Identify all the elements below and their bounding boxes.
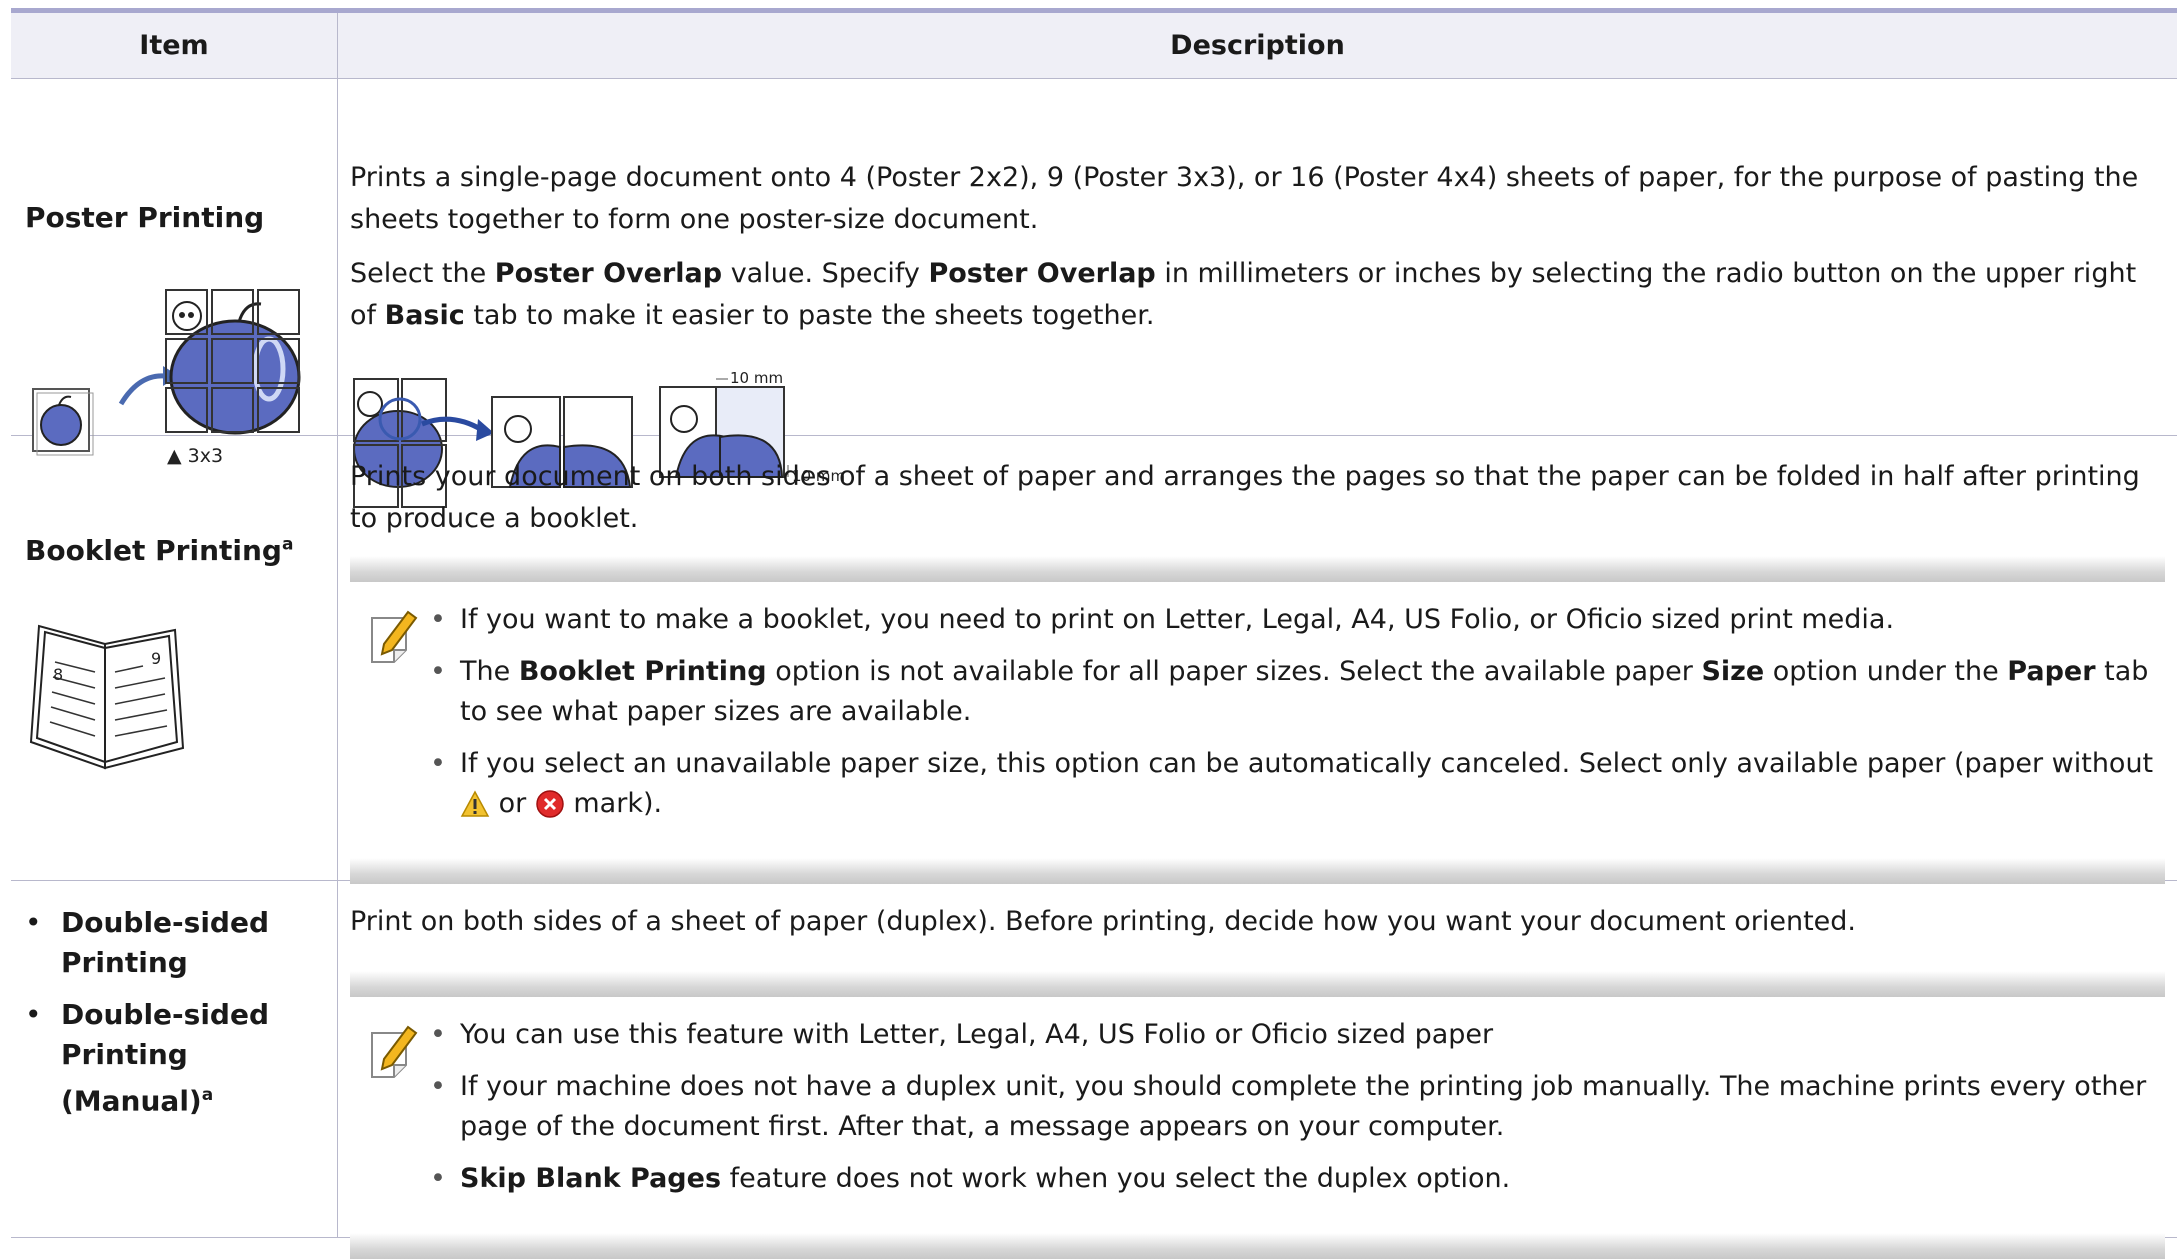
description-cell: Prints a single-page document onto 4 (Po… <box>338 79 2177 436</box>
table-row: Poster Printing <box>11 79 2177 436</box>
warning-icon <box>460 790 490 818</box>
booklet-description: Prints your document on both sides of a … <box>350 456 2165 540</box>
note-item: If you want to make a booklet, you need … <box>460 600 2165 640</box>
item-title: Double-sided Printing (Manual)a <box>11 995 337 1121</box>
header-description: Description <box>338 11 2177 79</box>
note-bottom-bar <box>350 1233 2165 1259</box>
table-header: Item Description <box>11 11 2177 79</box>
overlap-horizontal-label: 10 mm <box>730 369 783 387</box>
error-icon <box>535 789 565 819</box>
item-cell: Booklet Printinga 8 9 <box>11 436 338 881</box>
poster-description: Prints a single-page document onto 4 (Po… <box>350 157 2165 241</box>
header-item: Item <box>11 11 338 79</box>
item-list: Double-sided Printing Double-sided Print… <box>11 903 337 1121</box>
item-cell: Double-sided Printing Double-sided Print… <box>11 881 338 1238</box>
booklet-note: If you want to make a booklet, you need … <box>350 556 2165 884</box>
duplex-description: Print on both sides of a sheet of paper … <box>350 901 2165 943</box>
note-item: If you select an unavailable paper size,… <box>460 744 2165 824</box>
note-top-bar <box>350 971 2165 997</box>
note-pencil-icon <box>368 608 420 666</box>
note-item: The Booklet Printing option is not avail… <box>460 652 2165 732</box>
feature-table: Item Description Poster Printing <box>11 8 2177 1238</box>
table-row: Double-sided Printing Double-sided Print… <box>11 881 2177 1238</box>
note-top-bar <box>350 556 2165 582</box>
duplex-note: You can use this feature with Letter, Le… <box>350 971 2165 1259</box>
svg-text:9: 9 <box>151 649 161 668</box>
note-item: Skip Blank Pages feature does not work w… <box>460 1159 2165 1199</box>
svg-text:8: 8 <box>53 665 63 684</box>
note-pencil-icon <box>368 1023 420 1081</box>
item-title: Poster Printing <box>25 201 264 234</box>
booklet-illustration: 8 9 <box>25 622 191 772</box>
item-title: Booklet Printinga <box>25 534 293 567</box>
item-cell: Poster Printing <box>11 79 338 436</box>
note-item: You can use this feature with Letter, Le… <box>460 1015 2165 1055</box>
item-title: Double-sided Printing <box>11 903 337 983</box>
footnote-marker: a <box>202 1085 213 1105</box>
description-cell: Prints your document on both sides of a … <box>338 436 2177 881</box>
note-item: If your machine does not have a duplex u… <box>460 1067 2165 1147</box>
table-row: Booklet Printinga 8 9 Prints your docume… <box>11 436 2177 881</box>
description-cell: Print on both sides of a sheet of paper … <box>338 881 2177 1238</box>
poster-overlap-description: Select the Poster Overlap value. Specify… <box>350 253 2165 337</box>
footnote-marker: a <box>282 535 293 555</box>
